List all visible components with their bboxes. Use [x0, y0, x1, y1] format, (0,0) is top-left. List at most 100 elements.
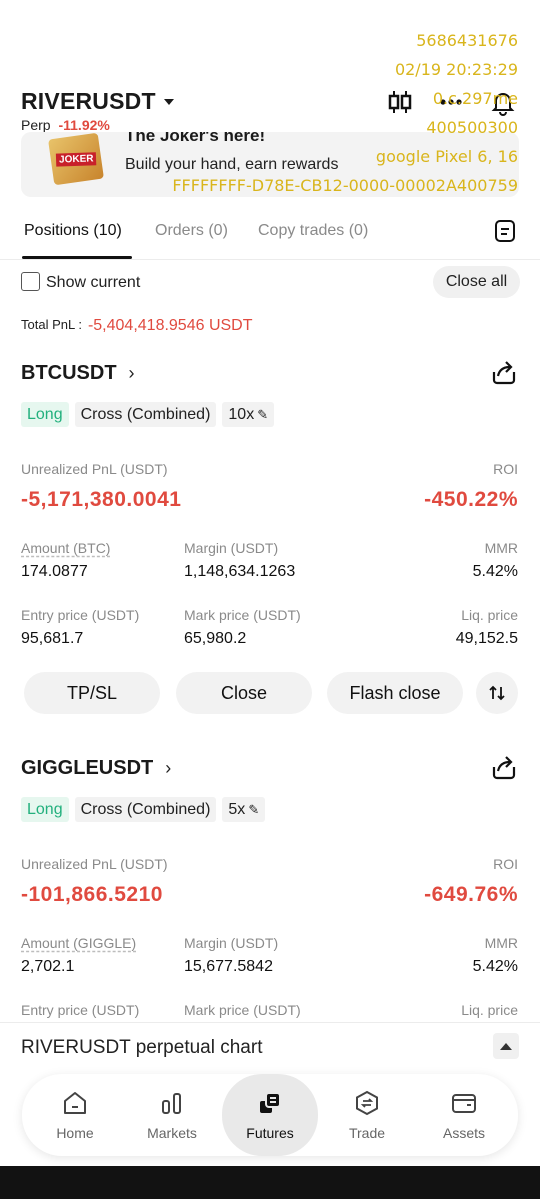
roi-value: -649.76% — [424, 883, 518, 906]
swap-arrows-icon — [489, 685, 505, 701]
margin-label: Margin (USDT) — [184, 935, 279, 951]
nav-label: Home — [56, 1125, 94, 1141]
entry-price-label: Entry price (USDT) — [21, 607, 140, 623]
edit-icon: ✎ — [257, 406, 269, 422]
mmr-label: MMR — [484, 540, 518, 556]
nav-label: Trade — [348, 1125, 386, 1141]
nav-futures[interactable]: Futures — [222, 1074, 318, 1156]
margin-mode-tag[interactable]: Cross (Combined) — [74, 402, 217, 427]
mark-price-label: Mark price (USDT) — [184, 1002, 301, 1018]
roi-label: ROI — [493, 461, 518, 477]
pair-title: RIVERUSDT — [21, 88, 156, 114]
caret-down-icon — [163, 98, 174, 105]
chart-bar-title: RIVERUSDT perpetual chart — [21, 1037, 263, 1058]
side-tag: Long — [21, 402, 69, 427]
markets-icon — [162, 1093, 181, 1114]
tab-positions[interactable]: Positions (10) — [24, 222, 122, 240]
tpsl-button[interactable]: TP/SL — [24, 672, 160, 714]
nav-assets[interactable]: Assets — [416, 1074, 512, 1156]
mmr-value: 5.42% — [472, 958, 518, 975]
order-history-icon[interactable] — [494, 219, 516, 243]
position-symbol: BTCUSDT — [21, 362, 117, 384]
tab-copy-trades[interactable]: Copy trades (0) — [258, 222, 368, 240]
unrealized-pnl-label: Unrealized PnL (USDT) — [21, 461, 168, 477]
price-change: -11.92% — [58, 117, 110, 133]
show-current-checkbox[interactable] — [21, 272, 40, 291]
nav-trade[interactable]: Trade — [319, 1074, 415, 1156]
chevron-right-icon: › — [128, 363, 135, 383]
watermark-line: 5686431676 — [416, 31, 518, 50]
flash-close-button[interactable]: Flash close — [327, 672, 463, 714]
nav-label: Assets — [442, 1125, 485, 1141]
close-all-button[interactable]: Close all — [433, 266, 520, 298]
liq-price-label: Liq. price — [461, 1002, 518, 1018]
banner-title: The Joker's here! — [125, 132, 266, 145]
trade-icon — [356, 1090, 378, 1116]
bottom-nav: Home Markets Futures Trade Assets — [22, 1074, 518, 1156]
roi-label: ROI — [493, 856, 518, 872]
amount-value: 174.0877 — [21, 563, 88, 580]
position-tags: Long Cross (Combined) 10x ✎ — [21, 402, 275, 427]
contract-type: Perp — [21, 117, 51, 133]
nav-label: Markets — [147, 1125, 197, 1141]
tab-orders[interactable]: Orders (0) — [155, 222, 228, 240]
reverse-position-button[interactable] — [476, 672, 518, 714]
futures-icon — [260, 1092, 281, 1113]
joker-card-image: JOKER — [48, 132, 104, 186]
share-icon[interactable] — [490, 358, 518, 386]
watermark-line: 0.c.297me — [432, 89, 518, 108]
mark-price-value: 65,980.2 — [184, 630, 247, 647]
share-icon[interactable] — [490, 753, 518, 781]
positions-tabs: Positions (10) Orders (0) Copy trades (0… — [0, 206, 540, 260]
candlestick-chart-icon[interactable] — [386, 88, 416, 116]
mmr-label: MMR — [484, 935, 518, 951]
watermark-line: google Pixel 6, 16 — [375, 147, 518, 166]
nav-home[interactable]: Home — [27, 1074, 123, 1156]
margin-value: 15,677.5842 — [184, 958, 273, 975]
position-actions: TP/SL Close Flash close — [0, 672, 540, 714]
position-symbol-link[interactable]: BTCUSDT › — [21, 362, 135, 385]
caret-up-icon — [500, 1042, 512, 1050]
pair-selector[interactable]: RIVERUSDT — [21, 88, 174, 115]
perpetual-chart-bar[interactable]: RIVERUSDT perpetual chart — [0, 1022, 540, 1074]
margin-mode-tag[interactable]: Cross (Combined) — [74, 797, 217, 822]
liq-price-label: Liq. price — [461, 607, 518, 623]
unrealized-pnl-value: -5,171,380.0041 — [21, 488, 182, 511]
expand-chart-button[interactable] — [493, 1033, 519, 1059]
leverage-tag[interactable]: 5x ✎ — [222, 797, 266, 822]
total-pnl-label: Total PnL : — [21, 317, 82, 332]
banner-subtitle: Build your hand, earn rewards — [125, 156, 339, 173]
edit-icon: ✎ — [248, 801, 260, 817]
watermark-line: 400500300 — [426, 118, 518, 137]
system-navigation-bar — [0, 1166, 540, 1199]
entry-price-value: 95,681.7 — [21, 630, 84, 647]
watermark-line: 02/19 20:23:29 — [394, 60, 518, 79]
total-pnl-value: -5,404,418.9546 USDT — [87, 317, 253, 334]
watermark-line: FFFFFFFF-D78E-CB12-0000-00002A400759 — [172, 176, 518, 195]
active-tab-indicator — [22, 256, 132, 259]
show-current-label[interactable]: Show current — [46, 274, 140, 292]
mark-price-label: Mark price (USDT) — [184, 607, 301, 623]
amount-value: 2,702.1 — [21, 958, 75, 975]
roi-value: -450.22% — [424, 488, 518, 511]
nav-label: Futures — [246, 1125, 294, 1141]
close-position-button[interactable]: Close — [176, 672, 312, 714]
pair-subtitle: Perp -11.92% — [21, 117, 110, 133]
side-tag: Long — [21, 797, 69, 822]
total-pnl: Total PnL : -5,404,418.9546 USDT — [21, 317, 253, 334]
entry-price-label: Entry price (USDT) — [21, 1002, 140, 1018]
chevron-right-icon: › — [165, 758, 172, 778]
home-icon — [64, 1092, 86, 1114]
unrealized-pnl-value: -101,866.5210 — [21, 883, 163, 906]
position-symbol: GIGGLEUSDT — [21, 757, 154, 779]
leverage-tag[interactable]: 10x ✎ — [222, 402, 275, 427]
mmr-value: 5.42% — [472, 563, 518, 580]
amount-label: Amount (BTC) — [21, 540, 111, 556]
margin-label: Margin (USDT) — [184, 540, 279, 556]
wallet-icon — [452, 1094, 476, 1113]
liq-price-value: 49,152.5 — [455, 630, 518, 647]
nav-markets[interactable]: Markets — [124, 1074, 220, 1156]
position-symbol-link[interactable]: GIGGLEUSDT › — [21, 757, 171, 780]
position-tags: Long Cross (Combined) 5x ✎ — [21, 797, 266, 822]
amount-label: Amount (GIGGLE) — [21, 935, 137, 951]
